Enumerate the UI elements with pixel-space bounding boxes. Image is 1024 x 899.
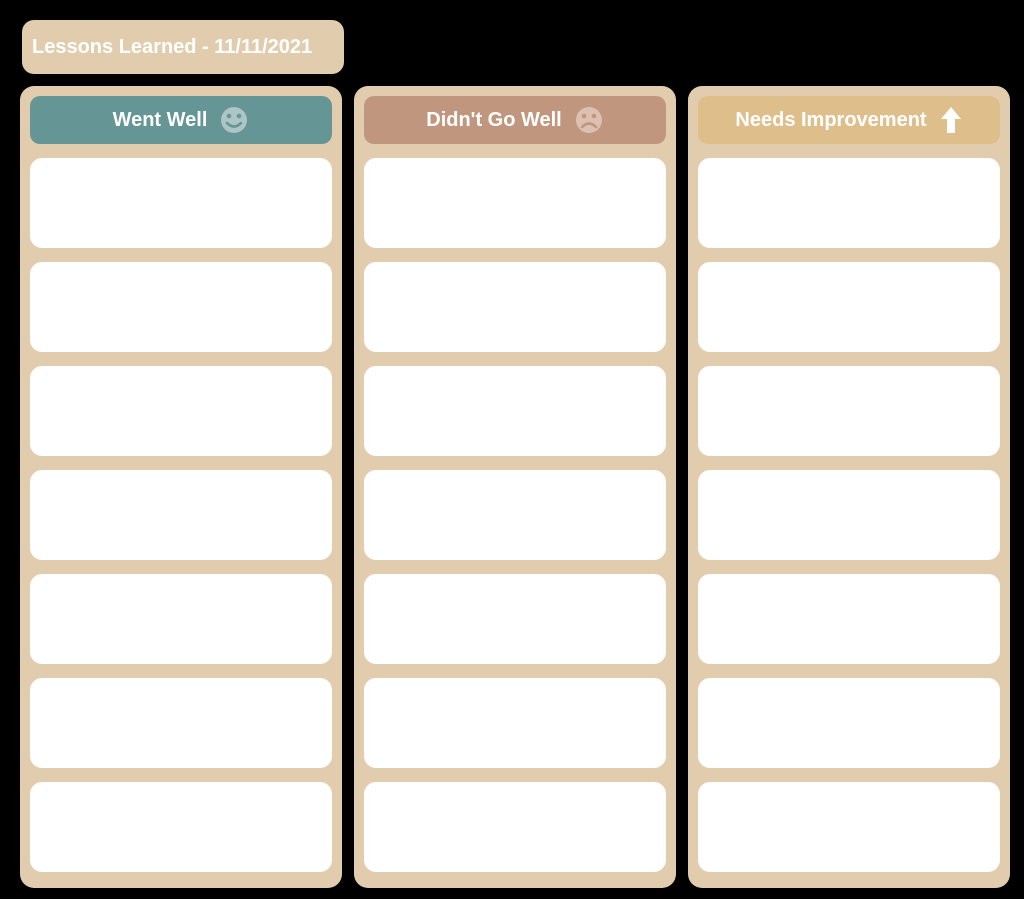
card-blank[interactable]: [698, 574, 1000, 664]
card-blank[interactable]: [364, 158, 666, 248]
column-needs-improvement: Needs Improvement: [688, 86, 1010, 888]
card-blank[interactable]: [698, 262, 1000, 352]
card-blank[interactable]: [698, 158, 1000, 248]
card-blank[interactable]: [698, 366, 1000, 456]
card-blank[interactable]: [698, 470, 1000, 560]
page-title-text: Lessons Learned - 11/11/2021: [32, 36, 312, 59]
card-blank[interactable]: [30, 366, 332, 456]
columns-container: Went Well Didn't Go Well: [20, 86, 1010, 888]
card-blank[interactable]: [364, 262, 666, 352]
column-header-label: Needs Improvement: [735, 109, 926, 132]
column-header-needs-improvement: Needs Improvement: [698, 96, 1000, 144]
card-blank[interactable]: [30, 262, 332, 352]
card-blank[interactable]: [364, 678, 666, 768]
column-didnt-go-well: Didn't Go Well: [354, 86, 676, 888]
page-title: Lessons Learned - 11/11/2021: [22, 20, 344, 74]
card-blank[interactable]: [698, 782, 1000, 872]
column-header-label: Didn't Go Well: [426, 109, 562, 132]
card-blank[interactable]: [364, 366, 666, 456]
card-blank[interactable]: [30, 782, 332, 872]
smile-icon: [219, 105, 249, 135]
card-blank[interactable]: [364, 574, 666, 664]
arrow-up-icon: [939, 105, 963, 135]
column-went-well: Went Well: [20, 86, 342, 888]
card-blank[interactable]: [698, 678, 1000, 768]
column-header-didnt-go-well: Didn't Go Well: [364, 96, 666, 144]
column-header-went-well: Went Well: [30, 96, 332, 144]
card-blank[interactable]: [30, 470, 332, 560]
card-blank[interactable]: [364, 782, 666, 872]
frown-icon: [574, 105, 604, 135]
card-blank[interactable]: [30, 678, 332, 768]
card-blank[interactable]: [364, 470, 666, 560]
card-blank[interactable]: [30, 574, 332, 664]
column-header-label: Went Well: [113, 109, 208, 132]
card-blank[interactable]: [30, 158, 332, 248]
